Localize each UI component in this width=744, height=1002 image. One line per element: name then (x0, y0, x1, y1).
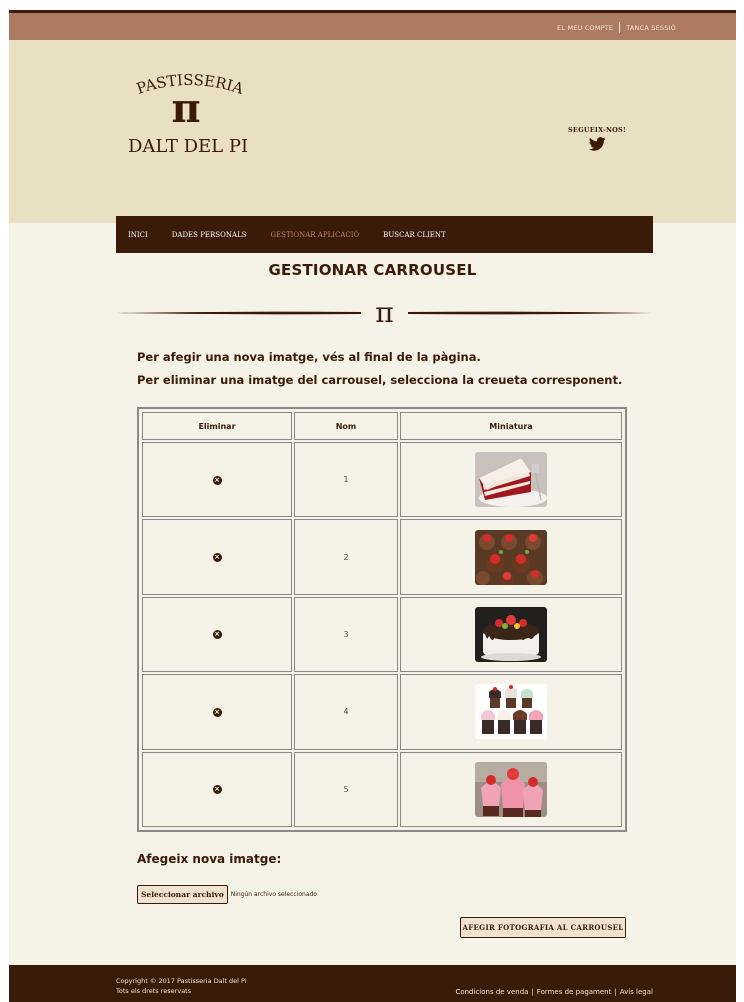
nav-item-inici[interactable]: INICI (128, 231, 148, 239)
thumbnail-cell (400, 442, 622, 518)
logo-pi-symbol: π (171, 85, 200, 132)
follow-label: SEGUEIX-NOS! (568, 126, 626, 134)
topbar-separator (619, 22, 621, 33)
page-title: GESTIONAR CARROUSEL (268, 261, 477, 279)
delete-x-icon[interactable]: × (212, 707, 222, 717)
footer-separator: | (614, 988, 617, 996)
rights-text: Tots els drets reservats (116, 987, 192, 995)
table-row: × 2 (142, 519, 622, 595)
nav-item-dades-personals[interactable]: DADES PERSONALS (172, 231, 247, 239)
account-links: EL MEU COMPTE TANCA SESSIÓ (557, 22, 676, 33)
social-follow: SEGUEIX-NOS! (565, 126, 629, 151)
delete-cell: × (142, 674, 292, 750)
instruction-add: Per afegir una nova imatge, vés al final… (137, 350, 481, 364)
chocolate-cupcakes-thumbnail (475, 529, 547, 585)
file-status-text: Ningún archivo seleccionado (230, 891, 317, 898)
table-row: × 4 (142, 674, 622, 750)
column-header-nom: Nom (294, 412, 398, 440)
my-account-link[interactable]: EL MEU COMPTE (557, 24, 613, 32)
twitter-icon[interactable] (588, 137, 606, 151)
delete-cell: × (142, 519, 292, 595)
file-picker: Seleccionar archivo Ningún archivo selec… (137, 885, 317, 904)
footer-links: Condicions de venda | Formes de pagament… (455, 988, 653, 996)
nav-item-buscar-client[interactable]: BUSCAR CLIENT (383, 231, 445, 239)
instruction-delete: Per eliminar una imatge del carrousel, s… (137, 373, 623, 387)
add-photo-button[interactable]: AFEGIR FOTOGRAFIA AL CARROUSEL (460, 917, 626, 938)
cake-slice-thumbnail (475, 452, 547, 508)
name-cell: 4 (294, 674, 398, 750)
logout-link[interactable]: TANCA SESSIÓ (626, 24, 676, 32)
select-file-button[interactable]: Seleccionar archivo (137, 885, 228, 904)
footer: Copyright © 2017 Pastisseria Dalt del Pi… (9, 965, 736, 1002)
strawberry-cupcakes-thumbnail (475, 761, 547, 817)
copyright-block: Copyright © 2017 Pastisseria Dalt del Pi… (116, 976, 247, 996)
nav-item-gestionar-aplicacio[interactable]: GESTIONAR APLICACIÓ (270, 231, 359, 239)
page: EL MEU COMPTE TANCA SESSIÓ PASTISSERIA π… (9, 10, 736, 1002)
footer-link-legal[interactable]: Avís legal (620, 988, 653, 996)
footer-separator: | (531, 988, 534, 996)
delete-x-icon[interactable]: × (212, 553, 222, 563)
delete-x-icon[interactable]: × (212, 475, 222, 485)
logo-line-2: DALT DEL PI (128, 136, 248, 157)
footer-link-payment[interactable]: Formes de pagament (537, 988, 612, 996)
copyright-text: Copyright © 2017 Pastisseria Dalt del Pi (116, 977, 247, 985)
name-cell: 2 (294, 519, 398, 595)
main-nav: INICI DADES PERSONALS GESTIONAR APLICACI… (116, 216, 653, 253)
top-bar: EL MEU COMPTE TANCA SESSIÓ (9, 10, 736, 40)
column-header-miniatura: Miniatura (400, 412, 622, 440)
delete-x-icon[interactable]: × (212, 785, 222, 795)
delete-cell: × (142, 596, 292, 673)
add-image-title: Afegeix nova imatge: (137, 852, 282, 866)
header: PASTISSERIA π DALT DEL PI SEGUEIX-NOS! I… (9, 40, 736, 253)
name-cell: 3 (294, 596, 398, 673)
footer-link-conditions[interactable]: Condicions de venda (455, 988, 528, 996)
assorted-cupcakes-thumbnail (475, 684, 547, 740)
delete-x-icon[interactable]: × (212, 630, 222, 640)
name-cell: 1 (294, 442, 398, 518)
delete-cell: × (142, 751, 292, 827)
thumbnail-cell (400, 674, 622, 750)
name-cell: 5 (294, 751, 398, 827)
drip-cake-thumbnail (475, 606, 547, 662)
thumbnail-cell (400, 596, 622, 673)
pi-divider: π (116, 298, 653, 328)
column-header-eliminar: Eliminar (142, 412, 292, 440)
thumbnail-cell (400, 751, 622, 827)
thumbnail-cell (400, 519, 622, 595)
table-row: × 3 (142, 596, 622, 673)
site-logo[interactable]: PASTISSERIA π DALT DEL PI (114, 72, 264, 158)
carousel-table: Eliminar Nom Miniatura × 1 × 2 × 3 × 4 ×… (137, 407, 627, 832)
table-row: × 1 (142, 442, 622, 518)
table-row: × 5 (142, 751, 622, 827)
delete-cell: × (142, 442, 292, 518)
divider-pi-symbol: π (375, 298, 393, 328)
table-header-row: Eliminar Nom Miniatura (142, 412, 622, 440)
